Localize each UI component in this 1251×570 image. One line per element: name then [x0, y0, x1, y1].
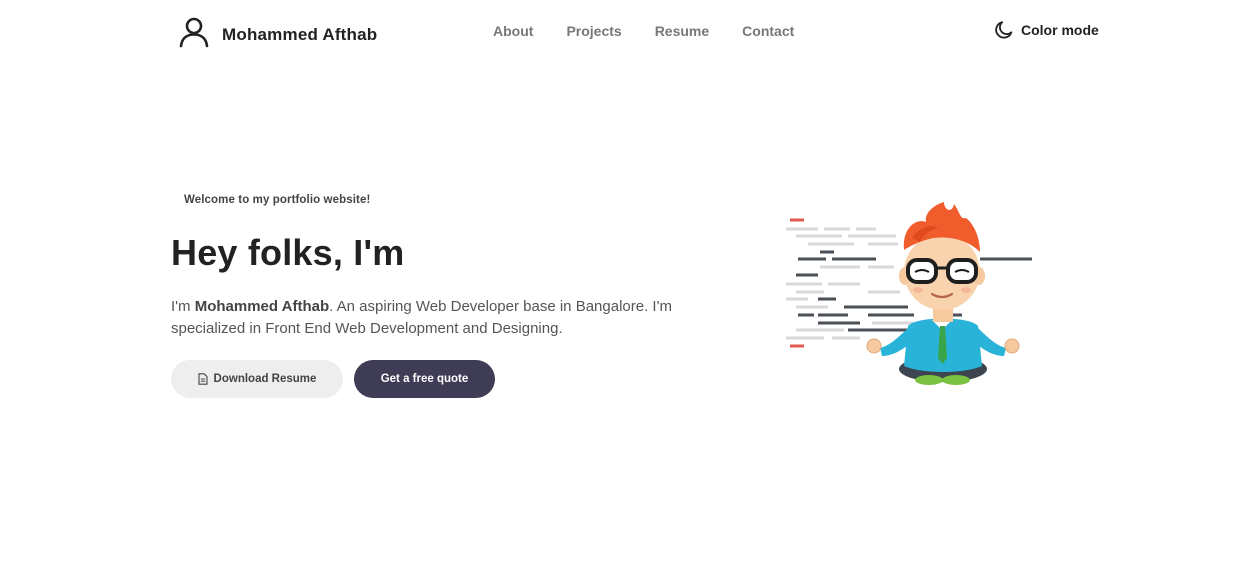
intro-prefix: I'm	[171, 298, 195, 315]
hero-headline: Hey folks, I'm	[171, 232, 405, 273]
nav-contact[interactable]: Contact	[742, 23, 794, 39]
intro-name: Mohammed Afthab	[194, 298, 330, 315]
brand-name: Mohammed Afthab	[222, 25, 378, 44]
color-mode-toggle[interactable]: Color mode	[993, 19, 1099, 41]
portfolio-page: Mohammed Afthab About Projects Resume Co…	[0, 0, 1251, 570]
welcome-tagline: Welcome to my portfolio website!	[184, 194, 371, 206]
moon-icon	[993, 19, 1015, 41]
main-nav: About Projects Resume Contact	[493, 23, 794, 39]
site-header: Mohammed Afthab About Projects Resume Co…	[0, 0, 1251, 64]
hero-intro: I'm Mohammed Afthab. An aspiring Web Dev…	[171, 296, 711, 340]
get-quote-button[interactable]: Get a free quote	[354, 360, 495, 398]
download-resume-label: Download Resume	[213, 373, 317, 385]
color-mode-label: Color mode	[1021, 22, 1099, 38]
nav-projects[interactable]: Projects	[566, 23, 621, 39]
nav-about[interactable]: About	[493, 23, 533, 39]
download-resume-button[interactable]: Download Resume	[171, 360, 343, 398]
nav-resume[interactable]: Resume	[655, 23, 709, 39]
brand-link[interactable]: Mohammed Afthab	[178, 16, 377, 48]
user-icon	[178, 16, 210, 48]
document-icon	[197, 373, 208, 385]
developer-meditating-illustration	[784, 198, 1036, 390]
